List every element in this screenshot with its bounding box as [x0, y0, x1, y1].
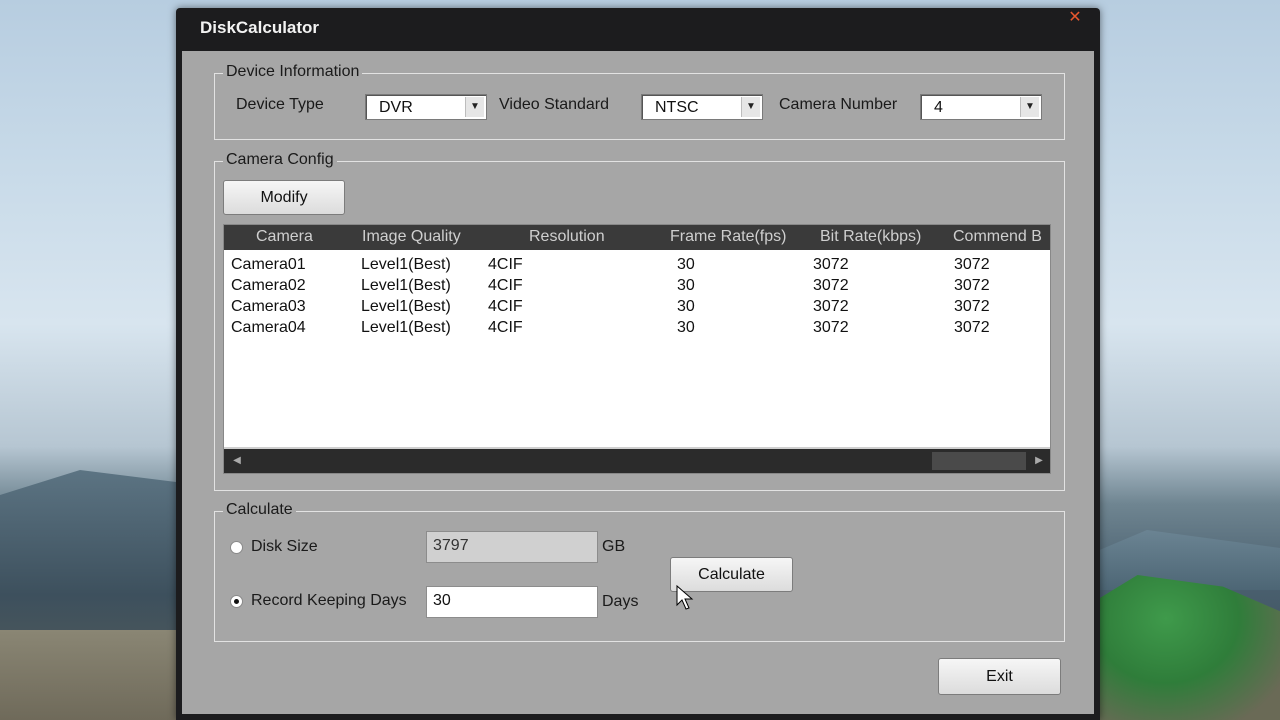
column-header-camera[interactable]: Camera: [256, 228, 313, 246]
background-grass-right: [1090, 575, 1280, 720]
cell-camera: Camera03: [231, 298, 306, 315]
camera-number-select[interactable]: 4 ▼: [920, 94, 1042, 120]
disk-size-radio[interactable]: [230, 541, 243, 554]
record-keeping-days-field[interactable]: 30: [426, 586, 598, 618]
camera-number-label: Camera Number: [779, 96, 898, 113]
cell-resolution: 4CIF: [488, 298, 523, 315]
cell-commend-bit-rate: 3072: [954, 298, 990, 315]
background-hill-right: [1090, 530, 1280, 590]
cell-commend-bit-rate: 3072: [954, 256, 990, 273]
camera-number-value: 4: [934, 99, 943, 116]
disk-size-label: Disk Size: [251, 538, 318, 555]
column-header-frame-rate[interactable]: Frame Rate(fps): [670, 228, 786, 246]
record-keeping-days-unit: Days: [602, 593, 639, 610]
cell-camera: Camera02: [231, 277, 306, 294]
cell-resolution: 4CIF: [488, 277, 523, 294]
column-header-bit-rate[interactable]: Bit Rate(kbps): [820, 228, 921, 246]
cell-bit-rate: 3072: [813, 256, 849, 273]
cell-image-quality: Level1(Best): [361, 256, 451, 273]
calculate-group: Calculate: [214, 501, 1065, 642]
exit-button[interactable]: Exit: [938, 658, 1061, 695]
modify-button[interactable]: Modify: [223, 180, 345, 215]
record-keeping-days-radio[interactable]: [230, 595, 243, 608]
mouse-cursor-icon: [676, 584, 694, 610]
cell-image-quality: Level1(Best): [361, 277, 451, 294]
cell-frame-rate: 30: [677, 277, 695, 294]
cell-bit-rate: 3072: [813, 319, 849, 336]
column-header-commend-bit-rate[interactable]: Commend B: [953, 228, 1042, 246]
scroll-left-icon[interactable]: ◀: [230, 453, 244, 469]
record-keeping-days-label: Record Keeping Days: [251, 592, 407, 609]
device-type-value: DVR: [379, 99, 413, 116]
table-body: Camera01 Level1(Best) 4CIF 30 3072 3072 …: [224, 255, 1050, 339]
window-title: DiskCalculator: [200, 18, 320, 37]
camera-config-title: Camera Config: [223, 151, 337, 169]
calculate-title: Calculate: [223, 501, 296, 519]
horizontal-scrollbar[interactable]: ◀ ▶: [224, 447, 1050, 473]
camera-table: Camera Image Quality Resolution Frame Ra…: [223, 224, 1051, 474]
cell-bit-rate: 3072: [813, 298, 849, 315]
cell-commend-bit-rate: 3072: [954, 319, 990, 336]
video-standard-value: NTSC: [655, 99, 699, 116]
chevron-down-icon[interactable]: ▼: [1020, 97, 1039, 117]
table-row[interactable]: Camera03 Level1(Best) 4CIF 30 3072 3072: [224, 297, 1050, 318]
chevron-down-icon[interactable]: ▼: [465, 97, 484, 117]
table-row[interactable]: Camera02 Level1(Best) 4CIF 30 3072 3072: [224, 276, 1050, 297]
cell-camera: Camera04: [231, 319, 306, 336]
cell-resolution: 4CIF: [488, 319, 523, 336]
close-icon[interactable]: ✕: [1066, 10, 1084, 26]
table-row[interactable]: Camera04 Level1(Best) 4CIF 30 3072 3072: [224, 318, 1050, 339]
cell-camera: Camera01: [231, 256, 306, 273]
device-type-select[interactable]: DVR ▼: [365, 94, 487, 120]
video-standard-select[interactable]: NTSC ▼: [641, 94, 763, 120]
cell-frame-rate: 30: [677, 298, 695, 315]
cell-bit-rate: 3072: [813, 277, 849, 294]
table-header: Camera Image Quality Resolution Frame Ra…: [224, 225, 1050, 250]
disk-size-unit: GB: [602, 538, 626, 555]
cell-frame-rate: 30: [677, 256, 695, 273]
column-header-image-quality[interactable]: Image Quality: [362, 228, 461, 246]
background-rocks-left: [0, 630, 200, 720]
scroll-right-icon[interactable]: ▶: [1032, 453, 1046, 469]
device-information-title: Device Information: [223, 63, 363, 81]
cell-image-quality: Level1(Best): [361, 298, 451, 315]
device-type-label: Device Type: [236, 96, 324, 113]
scrollbar-track-edge: [224, 447, 1050, 449]
disk-size-field[interactable]: 3797: [426, 531, 598, 563]
column-header-resolution[interactable]: Resolution: [529, 228, 605, 246]
cell-image-quality: Level1(Best): [361, 319, 451, 336]
chevron-down-icon[interactable]: ▼: [741, 97, 760, 117]
video-standard-label: Video Standard: [499, 96, 610, 113]
scrollbar-thumb[interactable]: [932, 452, 1026, 470]
cell-resolution: 4CIF: [488, 256, 523, 273]
cell-frame-rate: 30: [677, 319, 695, 336]
table-row[interactable]: Camera01 Level1(Best) 4CIF 30 3072 3072: [224, 255, 1050, 276]
cell-commend-bit-rate: 3072: [954, 277, 990, 294]
